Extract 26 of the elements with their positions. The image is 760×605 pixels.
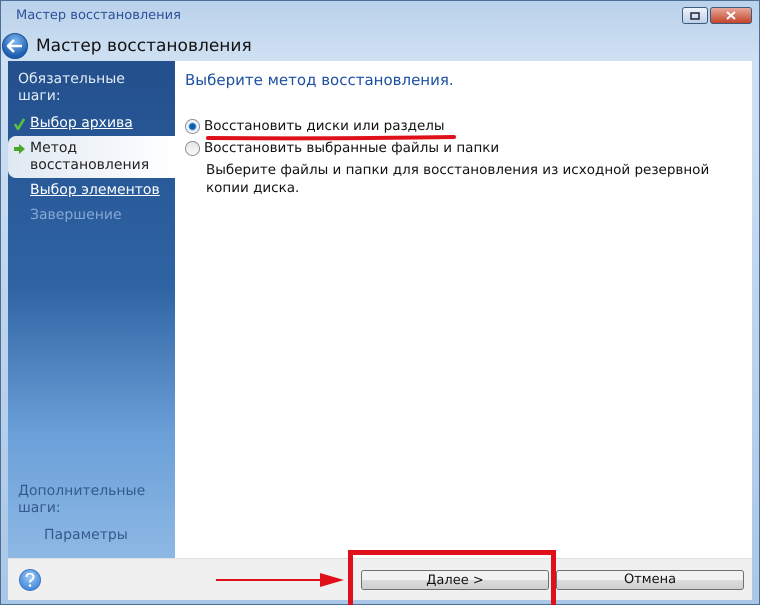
radio-button[interactable] [185, 140, 200, 156]
section-heading: Обязательные шаги: [17, 71, 126, 106]
option-description: Выберите файлы и папки для восстановления из исходной резервной копии диска. [205, 161, 710, 197]
back-arrow-icon [7, 38, 23, 52]
arrow-icon [14, 144, 24, 154]
cancel-button[interactable]: Отмена [556, 570, 744, 590]
window-title: Мастер восстановления [15, 8, 181, 23]
step-link[interactable]: Выбор элементов [30, 182, 160, 199]
page-heading: Выберите метод восстановления. [185, 71, 455, 89]
maximize-icon [690, 12, 700, 20]
close-button[interactable] [710, 7, 752, 24]
step-label: Параметры [44, 527, 128, 544]
maximize-button[interactable] [682, 7, 708, 24]
back-button[interactable] [2, 32, 28, 58]
step-label: Завершение [30, 207, 122, 224]
next-button[interactable]: Далее > [361, 570, 549, 590]
option-label[interactable]: Восстановить диски или разделы [204, 118, 445, 134]
radio-button[interactable] [185, 118, 200, 134]
option-label[interactable]: Восстановить выбранные файлы и папки [204, 140, 500, 156]
help-icon[interactable] [19, 568, 41, 590]
step-link[interactable]: Выбор архива [30, 115, 133, 132]
close-icon [726, 11, 736, 20]
step-link[interactable]: Метод восстановления [30, 140, 175, 174]
section-heading: Дополнительные шаги: [17, 483, 146, 518]
checkmark-icon [14, 118, 24, 130]
wizard-title: Мастер восстановления [36, 36, 252, 56]
